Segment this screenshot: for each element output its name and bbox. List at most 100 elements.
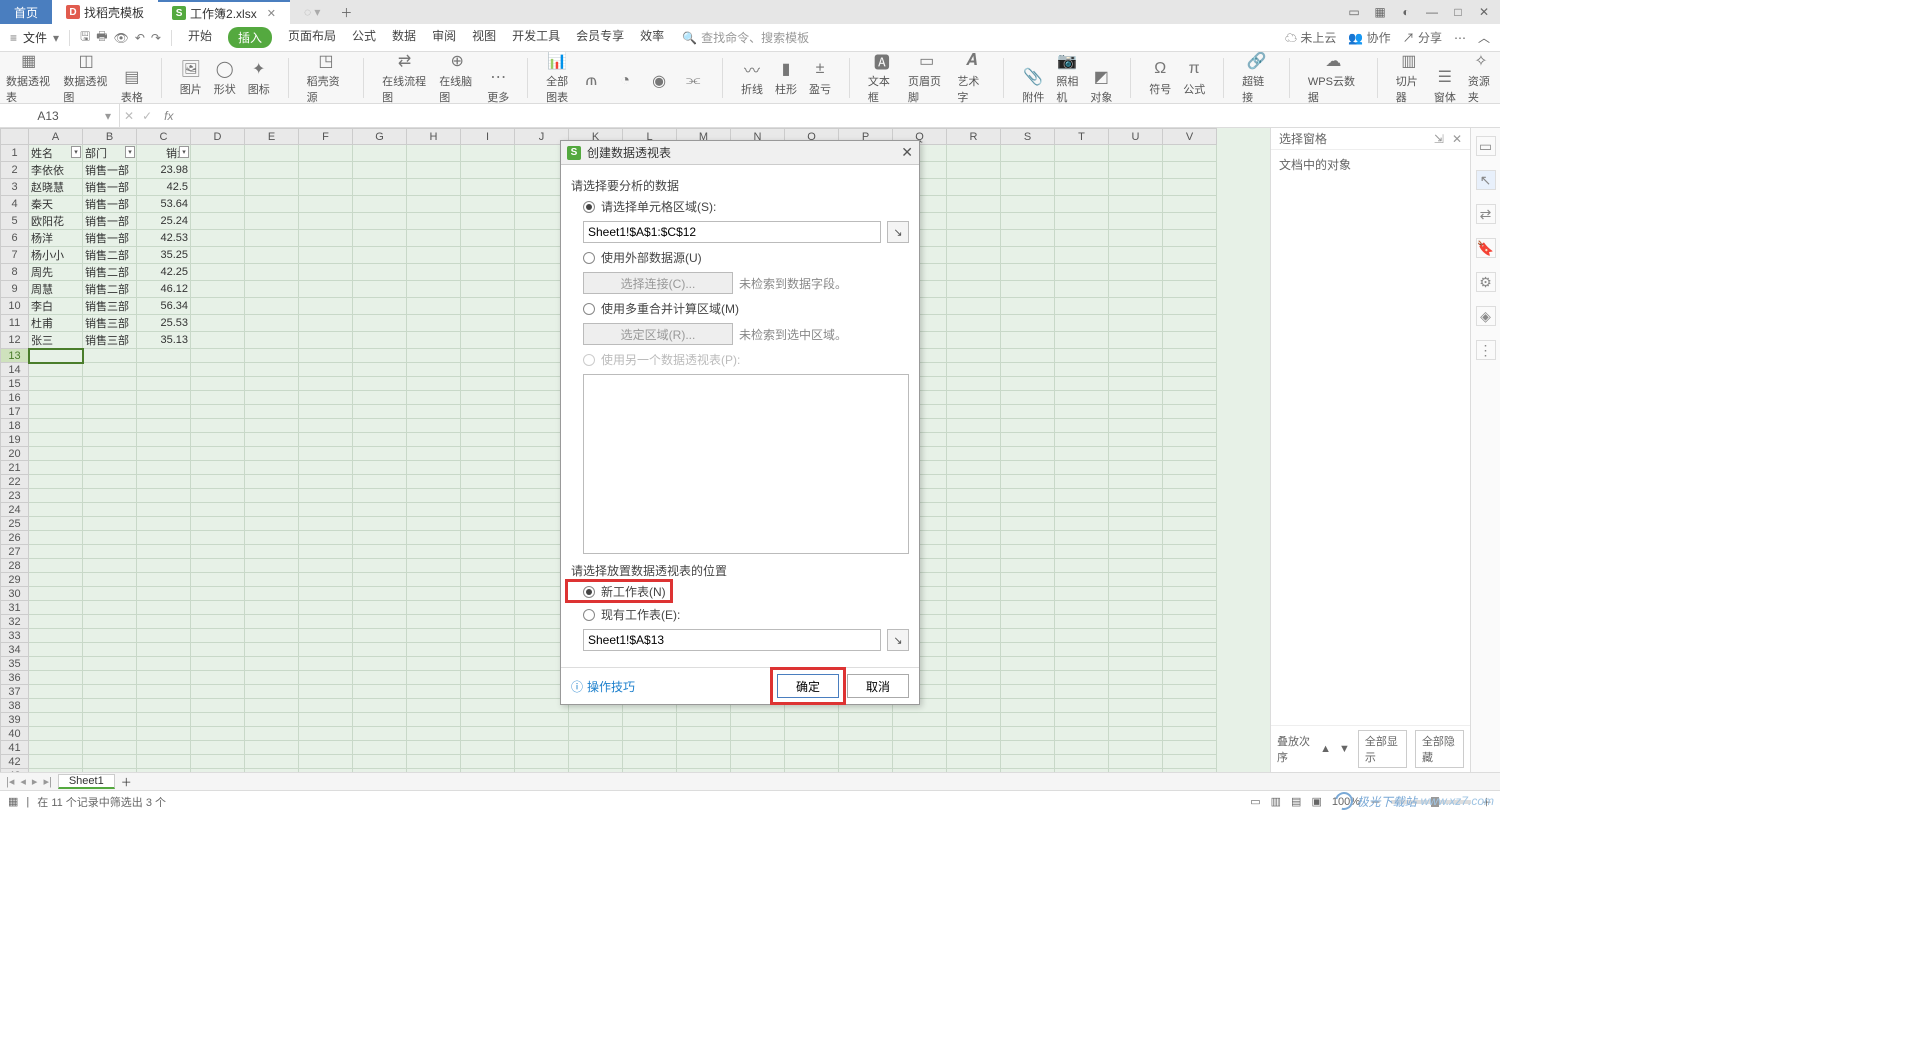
cloud-status[interactable]: ☁ 未上云 <box>1285 29 1336 46</box>
range-ref-button[interactable]: ↘ <box>887 221 909 243</box>
rb-textbox[interactable]: 🅰文本框 <box>868 52 896 104</box>
save-icon[interactable]: 🖫 <box>80 27 90 48</box>
ok-button[interactable]: 确定 <box>777 674 839 698</box>
rb-hyperlink[interactable]: 🔗超链接 <box>1242 52 1271 104</box>
rb-pivotchart[interactable]: ◫数据透视图 <box>63 52 108 104</box>
close-icon[interactable]: ✕ <box>267 7 276 20</box>
rb-docer[interactable]: ◳稻壳资源 <box>307 52 346 104</box>
sheet-tab[interactable]: Sheet1 <box>58 774 115 789</box>
rb-resource[interactable]: ✧资源夹 <box>1468 52 1494 104</box>
rb-more[interactable]: ⋯更多 <box>487 67 509 105</box>
grid-row[interactable]: 42 <box>1 755 1217 769</box>
rb-picture[interactable]: 🖼图片 <box>180 59 202 97</box>
rb-symbol[interactable]: Ω符号 <box>1149 59 1171 97</box>
rb-clouddata[interactable]: ☁WPS云数据 <box>1308 52 1359 104</box>
sheet-next-icon[interactable]: ▸ <box>32 775 38 788</box>
tab-efficiency[interactable]: 效率 <box>640 27 664 48</box>
dialog-titlebar[interactable]: S 创建数据透视表 ✕ <box>561 141 919 165</box>
tab-layout[interactable]: 页面布局 <box>288 27 336 48</box>
rb-icon[interactable]: ✦图标 <box>248 59 270 97</box>
show-all-button[interactable]: 全部显示 <box>1358 730 1407 768</box>
rb-headerfooter[interactable]: ▭页眉页脚 <box>908 52 945 104</box>
rail-more-icon[interactable]: ⋮ <box>1476 340 1496 360</box>
cancel-button[interactable]: 取消 <box>847 674 909 698</box>
rb-chart-d[interactable]: ⫘ <box>682 71 704 105</box>
hide-all-button[interactable]: 全部隐藏 <box>1415 730 1464 768</box>
pane-close-icon[interactable]: ✕ <box>1452 132 1462 146</box>
tab-view[interactable]: 视图 <box>472 27 496 48</box>
radio-external[interactable]: 使用外部数据源(U) <box>583 249 909 266</box>
rb-pivottable[interactable]: ▦数据透视表 <box>6 52 51 104</box>
rb-object[interactable]: ◩对象 <box>1090 67 1112 105</box>
dialog-close-icon[interactable]: ✕ <box>901 144 913 161</box>
formula-input[interactable] <box>181 104 1500 127</box>
radio-multi[interactable]: 使用多重合并计算区域(M) <box>583 300 909 317</box>
close-window-icon[interactable]: ✕ <box>1476 5 1492 19</box>
sheet-prev-icon[interactable]: ◂ <box>20 775 26 788</box>
more-icon[interactable]: ⋯ <box>1454 31 1466 45</box>
rb-shape[interactable]: ◯形状 <box>214 59 236 97</box>
view-page-icon[interactable]: ▥ <box>1271 795 1281 808</box>
rb-attach[interactable]: 📎附件 <box>1022 67 1044 105</box>
dropdown-icon[interactable]: ▾ <box>53 31 59 45</box>
rb-slicer[interactable]: ▥切片器 <box>1396 52 1422 104</box>
grid-row[interactable]: 40 <box>1 727 1217 741</box>
user-icon[interactable]: ◐ <box>1398 5 1414 19</box>
rail-bookmark-icon[interactable]: 🔖 <box>1476 238 1496 258</box>
share-button[interactable]: ↗ 分享 <box>1403 29 1442 46</box>
rb-mind[interactable]: ⊕在线脑图 <box>439 52 475 104</box>
tab-data[interactable]: 数据 <box>392 27 416 48</box>
rail-link-icon[interactable]: ⇄ <box>1476 204 1496 224</box>
rb-allcharts[interactable]: 📊全部图表 <box>546 52 568 104</box>
move-up-icon[interactable]: ▲ <box>1320 743 1331 755</box>
rb-table[interactable]: ▤表格 <box>121 67 143 105</box>
cancel-fx-icon[interactable]: ✕ <box>120 109 138 123</box>
maximize-icon[interactable]: □ <box>1450 5 1466 19</box>
command-search[interactable]: 🔍 查找命令、搜索模板 <box>682 29 809 46</box>
tab-start[interactable]: 开始 <box>188 27 212 48</box>
view-break-icon[interactable]: ▤ <box>1291 795 1301 808</box>
rail-setting-icon[interactable]: ⚙ <box>1476 272 1496 292</box>
coop-button[interactable]: 👥 协作 <box>1348 29 1390 46</box>
tab-new[interactable]: ＋ <box>334 4 358 21</box>
file-menu[interactable]: 文件 <box>23 29 47 46</box>
rb-sparkline-col[interactable]: ▮柱形 <box>775 59 797 97</box>
grid-row[interactable]: 43 <box>1 769 1217 773</box>
move-down-icon[interactable]: ▼ <box>1339 743 1350 755</box>
sheet-add-icon[interactable]: ＋ <box>121 774 132 790</box>
pin-icon[interactable]: ⇲ <box>1434 132 1444 146</box>
undo-icon[interactable]: ↶ <box>135 31 145 45</box>
tab-dev[interactable]: 开发工具 <box>512 27 560 48</box>
tab-review[interactable]: 审阅 <box>432 27 456 48</box>
name-box[interactable]: ▾ <box>0 104 120 127</box>
rail-pin-icon[interactable]: ◈ <box>1476 306 1496 326</box>
range-input[interactable] <box>583 221 881 243</box>
minimize-icon[interactable]: — <box>1424 5 1440 19</box>
radio-new-sheet[interactable]: 新工作表(N) <box>583 583 909 600</box>
print-icon[interactable]: 🖶 <box>96 27 107 48</box>
radio-existing-sheet[interactable]: 现有工作表(E): <box>583 606 909 623</box>
tab-member[interactable]: 会员专享 <box>576 27 624 48</box>
rb-equation[interactable]: π公式 <box>1183 59 1205 97</box>
apps-icon[interactable]: ▦ <box>1372 5 1388 19</box>
radio-cellrange[interactable]: 请选择单元格区域(S): <box>583 198 909 215</box>
rb-form[interactable]: ☰窗体 <box>1434 67 1456 105</box>
view-normal-icon[interactable]: ▭ <box>1250 795 1260 808</box>
tab-template[interactable]: D找稻壳模板 <box>52 0 158 24</box>
rb-chart-a[interactable]: ⫙ <box>580 71 602 105</box>
sheet-first-icon[interactable]: |◂ <box>6 775 14 788</box>
tab-insert[interactable]: 插入 <box>228 27 272 48</box>
rb-camera[interactable]: 📷照相机 <box>1056 52 1078 104</box>
rb-sparkline-line[interactable]: 〰折线 <box>741 59 763 97</box>
grid-row[interactable]: 41 <box>1 741 1217 755</box>
chevron-up-icon[interactable]: ︿ <box>1478 29 1490 46</box>
tab-formula[interactable]: 公式 <box>352 27 376 48</box>
layout-icon[interactable]: ▭ <box>1346 5 1362 19</box>
rb-chart-b[interactable]: ◔ <box>614 71 636 105</box>
name-box-input[interactable] <box>8 109 88 123</box>
location-ref-button[interactable]: ↘ <box>887 629 909 651</box>
grid-row[interactable]: 39 <box>1 713 1217 727</box>
tips-link[interactable]: ⓘ操作技巧 <box>571 678 635 695</box>
sheet-last-icon[interactable]: ▸| <box>43 775 51 788</box>
redo-icon[interactable]: ↷ <box>151 31 161 45</box>
